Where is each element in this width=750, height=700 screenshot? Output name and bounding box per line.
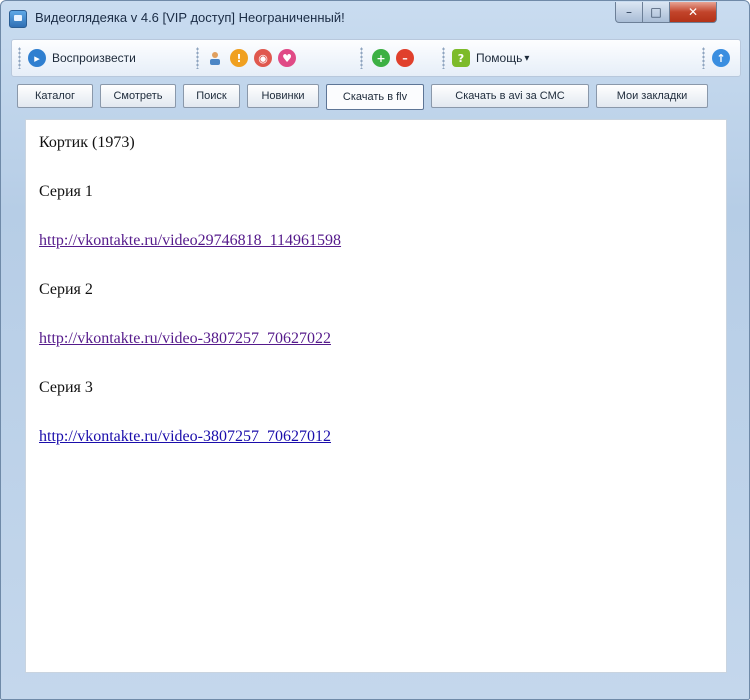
app-window: Видеоглядеяка v 4.6 [VIP доступ] Неогран… bbox=[0, 0, 750, 700]
window-title: Видеоглядеяка v 4.6 [VIP доступ] Неогран… bbox=[35, 10, 345, 25]
help-label: Помощь bbox=[476, 51, 523, 65]
tab-download-flv[interactable]: Скачать в flv bbox=[326, 84, 424, 110]
tab-catalog[interactable]: Каталог bbox=[17, 84, 93, 108]
tab-watch[interactable]: Смотреть bbox=[100, 84, 176, 108]
episode-label: Серия 2 bbox=[39, 281, 93, 298]
toolbar-grip[interactable] bbox=[702, 47, 705, 69]
eye-icon[interactable]: ◉ bbox=[254, 49, 272, 67]
movie-title: Кортик (1973) bbox=[39, 134, 135, 151]
tab-search[interactable]: Поиск bbox=[183, 84, 240, 108]
toolbar: ▸ Воспроизвести ! ◉ ♥ + – ? Помощь ▾ ↑ bbox=[11, 39, 741, 77]
tab-new[interactable]: Новинки bbox=[247, 84, 319, 108]
play-label: Воспроизвести bbox=[52, 51, 136, 65]
toolbar-grip[interactable] bbox=[18, 47, 21, 69]
tab-bookmarks[interactable]: Мои закладки bbox=[596, 84, 708, 108]
episode-link[interactable]: http://vkontakte.ru/video-3807257_706270… bbox=[39, 428, 331, 446]
close-button[interactable]: ✕ bbox=[669, 2, 717, 23]
warning-icon[interactable]: ! bbox=[230, 49, 248, 67]
play-button[interactable]: ▸ Воспроизвести bbox=[28, 40, 136, 76]
play-icon: ▸ bbox=[28, 49, 46, 67]
heart-icon[interactable]: ♥ bbox=[278, 49, 296, 67]
user-icon[interactable] bbox=[206, 49, 224, 67]
episode-link[interactable]: http://vkontakte.ru/video-3807257_706270… bbox=[39, 330, 331, 348]
help-menu-button[interactable]: ? Помощь ▾ bbox=[452, 40, 529, 76]
help-icon: ? bbox=[452, 49, 470, 67]
add-icon[interactable]: + bbox=[372, 49, 390, 67]
up-arrow-icon[interactable]: ↑ bbox=[712, 49, 730, 67]
title-bar[interactable]: Видеоглядеяка v 4.6 [VIP доступ] Неогран… bbox=[1, 1, 749, 35]
episode-link[interactable]: http://vkontakte.ru/video29746818_114961… bbox=[39, 232, 341, 250]
episode-label: Серия 3 bbox=[39, 379, 93, 396]
app-icon bbox=[9, 10, 27, 28]
toolbar-grip[interactable] bbox=[442, 47, 445, 69]
tab-download-avi-sms[interactable]: Скачать в avi за СМС bbox=[431, 84, 589, 108]
content-panel: Кортик (1973) Серия 1 http://vkontakte.r… bbox=[25, 119, 727, 673]
minimize-button[interactable]: – bbox=[615, 2, 643, 23]
toolbar-grip[interactable] bbox=[360, 47, 363, 69]
episode-label: Серия 1 bbox=[39, 183, 93, 200]
toolbar-grip[interactable] bbox=[196, 47, 199, 69]
maximize-button[interactable]: □ bbox=[642, 2, 670, 23]
chevron-down-icon: ▾ bbox=[524, 52, 530, 64]
remove-icon[interactable]: – bbox=[396, 49, 414, 67]
